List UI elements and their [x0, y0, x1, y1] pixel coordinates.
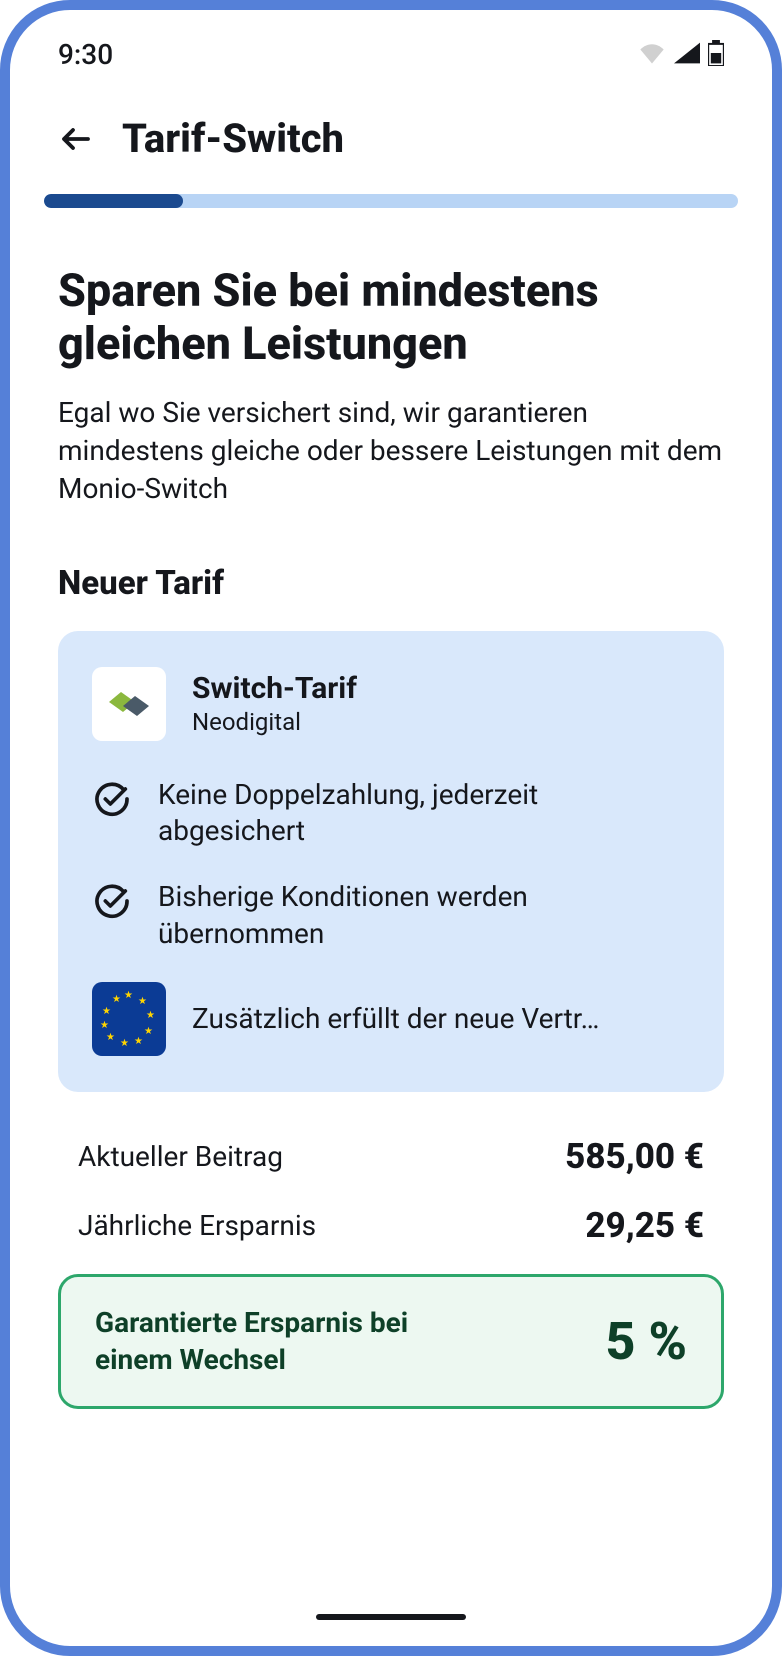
cost-row-yearly: Jährliche Ersparnis 29,25 € [58, 1197, 724, 1254]
section-title: Neuer Tarif [58, 564, 724, 603]
benefit-item: ★ ★ ★ ★ ★ ★ ★ ★ ★ ★ Zusätzlich erfüllt d… [92, 982, 690, 1056]
cost-value: 29,25 € [585, 1205, 704, 1246]
neodigital-logo-icon [105, 684, 153, 724]
home-indicator[interactable] [316, 1614, 466, 1620]
check-circle-icon [92, 779, 132, 819]
provider-logo [92, 667, 166, 741]
check-circle-icon [92, 881, 132, 921]
device-frame: 9:30 Tarif-Switch Sparen Sie bei mindest… [0, 0, 782, 1656]
benefit-text: Zusätzlich erfüllt der neue Vertr… [192, 1001, 599, 1037]
battery-icon [708, 40, 724, 70]
tariff-card: Switch-Tarif Neodigital Keine Doppelzahl… [58, 631, 724, 1093]
cost-label: Aktueller Beitrag [78, 1140, 283, 1173]
savings-box: Garantierte Ersparnis bei einem Wechsel … [58, 1274, 724, 1409]
signal-icon [674, 42, 700, 68]
page-title: Tarif-Switch [122, 115, 344, 162]
benefit-item: Bisherige Konditionen werden übernommen [92, 879, 690, 952]
savings-value: 5 % [606, 1311, 687, 1372]
app-header: Tarif-Switch [10, 91, 772, 194]
progress-fill [44, 194, 183, 208]
status-bar: 9:30 [10, 10, 772, 91]
progress-bar [44, 194, 738, 208]
arrow-left-icon [58, 121, 94, 157]
tariff-provider: Neodigital [192, 708, 357, 736]
cost-value: 585,00 € [565, 1136, 704, 1177]
tariff-name: Switch-Tarif [192, 671, 357, 706]
benefit-text: Keine Doppelzahlung, jederzeit abgesiche… [158, 777, 690, 850]
savings-label: Garantierte Ersparnis bei einem Wechsel [95, 1305, 475, 1378]
status-time: 9:30 [58, 38, 113, 71]
eu-flag-icon: ★ ★ ★ ★ ★ ★ ★ ★ ★ ★ [92, 982, 166, 1056]
subtext: Egal wo Sie versichert sind, wir garanti… [58, 394, 724, 507]
cost-label: Jährliche Ersparnis [78, 1209, 316, 1242]
benefit-text: Bisherige Konditionen werden übernommen [158, 879, 690, 952]
cost-row-current: Aktueller Beitrag 585,00 € [58, 1128, 724, 1185]
back-button[interactable] [58, 121, 94, 157]
main-content: Sparen Sie bei mindestens gleichen Leist… [10, 264, 772, 1409]
tariff-header: Switch-Tarif Neodigital [92, 667, 690, 741]
benefit-item: Keine Doppelzahlung, jederzeit abgesiche… [92, 777, 690, 850]
status-icons [638, 40, 724, 70]
wifi-icon [638, 42, 666, 68]
headline: Sparen Sie bei mindestens gleichen Leist… [58, 264, 724, 370]
